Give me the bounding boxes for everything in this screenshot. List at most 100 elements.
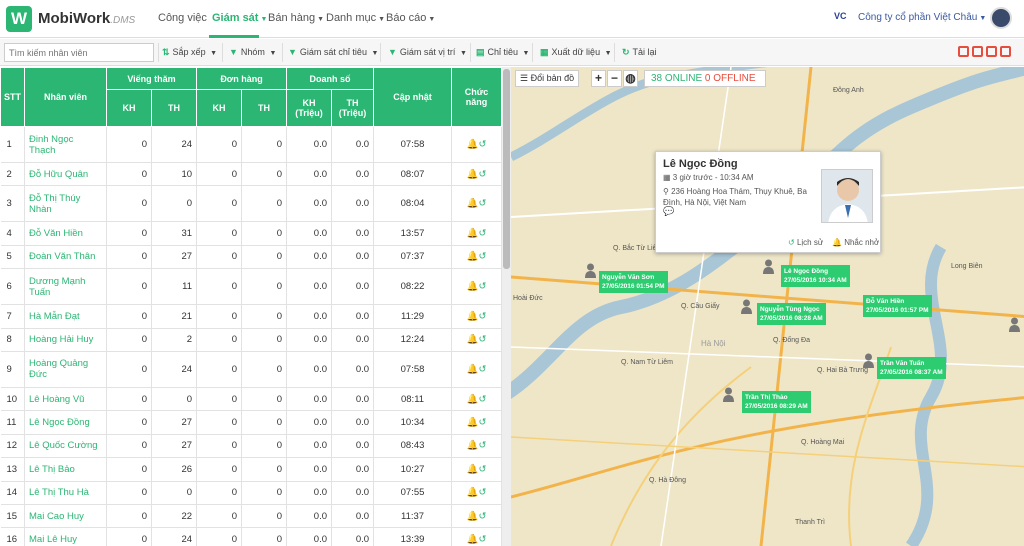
marker-label[interactable]: Trần Văn Tuấn 27/05/2016 08:37 AM: [877, 357, 946, 379]
history-icon[interactable]: ↺: [478, 198, 486, 209]
table-row[interactable]: 12 Lê Quốc Cường 0 27 0 0 0.0 0.0 08:43 🔔↺: [0, 434, 502, 459]
table-row[interactable]: 10 Lê Hoàng Vũ 0 0 0 0 0.0 0.0 08:11 🔔↺: [0, 387, 502, 412]
row-name[interactable]: Mai Lê Huy: [24, 527, 107, 546]
bell-icon[interactable]: 🔔: [467, 440, 479, 451]
person-marker-icon[interactable]: [585, 263, 596, 278]
avatar[interactable]: [990, 7, 1012, 29]
history-icon[interactable]: ↺: [478, 311, 486, 322]
row-name[interactable]: Lê Hoàng Vũ: [24, 387, 107, 412]
table-row[interactable]: 8 Hoàng Hải Huy 0 2 0 0 0.0 0.0 12:24 🔔↺: [0, 328, 502, 352]
sort-button[interactable]: ⇅ Sắp xếp ▼: [162, 47, 217, 58]
layout-grid-icon[interactable]: [986, 46, 997, 57]
history-icon[interactable]: ↺: [478, 281, 486, 292]
bell-icon[interactable]: 🔔: [467, 198, 479, 209]
row-name[interactable]: Hoàng Hải Huy: [24, 328, 107, 352]
history-icon[interactable]: ↺: [478, 139, 486, 150]
bell-icon[interactable]: 🔔: [467, 139, 479, 150]
target-button[interactable]: ▤ Chỉ tiêu ▼: [476, 47, 529, 58]
chat-icon[interactable]: 💬: [663, 206, 674, 217]
table-row[interactable]: 11 Lê Ngọc Đồng 0 27 0 0 0.0 0.0 10:34 🔔↺: [0, 410, 502, 435]
bell-icon[interactable]: 🔔: [467, 487, 479, 498]
nav-ban-hang[interactable]: Bán hàng ▼: [268, 12, 324, 24]
layout-table-icon[interactable]: [958, 46, 969, 57]
history-icon[interactable]: ↺: [478, 334, 486, 345]
bell-icon[interactable]: 🔔: [467, 464, 479, 475]
table-row[interactable]: 5 Đoàn Văn Thân 0 27 0 0 0.0 0.0 07:37 🔔↺: [0, 245, 502, 270]
person-marker-icon[interactable]: [763, 259, 774, 274]
bell-icon[interactable]: 🔔: [467, 228, 479, 239]
table-row[interactable]: 4 Đỗ Văn Hiền 0 31 0 0 0.0 0.0 13:57 🔔↺: [0, 221, 502, 246]
history-icon[interactable]: ↺: [478, 394, 486, 405]
history-icon[interactable]: ↺: [478, 487, 486, 498]
globe-icon[interactable]: ◍: [623, 70, 638, 87]
bell-icon[interactable]: 🔔: [467, 534, 479, 545]
row-name[interactable]: Lê Quốc Cường: [24, 434, 107, 459]
export-button[interactable]: ▦ Xuất dữ liệu ▼: [540, 47, 612, 58]
table-row[interactable]: 16 Mai Lê Huy 0 24 0 0 0.0 0.0 13:39 🔔↺: [0, 527, 502, 546]
bell-icon[interactable]: 🔔: [467, 251, 479, 262]
row-name[interactable]: Lê Thị Thu Hà: [24, 481, 107, 505]
table-row[interactable]: 15 Mai Cao Huy 0 22 0 0 0.0 0.0 11:37 🔔↺: [0, 504, 502, 529]
change-map-button[interactable]: ☰ Đổi bản đồ: [515, 70, 580, 87]
zoom-in-button[interactable]: +: [591, 70, 606, 87]
brand-name[interactable]: MobiWork.DMS: [38, 10, 135, 27]
row-name[interactable]: Đoàn Văn Thân: [24, 245, 107, 270]
row-name[interactable]: Đỗ Văn Hiền: [24, 221, 107, 246]
zoom-out-button[interactable]: −: [607, 70, 622, 87]
bell-icon[interactable]: 🔔: [467, 334, 479, 345]
history-icon[interactable]: ↺: [478, 440, 486, 451]
person-marker-icon[interactable]: [741, 299, 752, 314]
nav-danh-muc[interactable]: Danh mục ▼: [326, 12, 385, 24]
history-icon[interactable]: ↺: [478, 464, 486, 475]
monitor-location-button[interactable]: ▼ Giám sát vị trí ▼: [388, 47, 467, 57]
history-icon[interactable]: ↺: [478, 251, 486, 262]
marker-label[interactable]: Nguyễn Tùng Ngọc 27/05/2016 08:28 AM: [757, 303, 826, 325]
history-icon[interactable]: ↺: [478, 511, 486, 522]
bell-icon[interactable]: 🔔: [467, 364, 479, 375]
bell-icon[interactable]: 🔔: [467, 511, 479, 522]
logo-icon[interactable]: W: [6, 6, 32, 32]
history-icon[interactable]: ↺: [478, 364, 486, 375]
bell-icon[interactable]: 🔔: [467, 281, 479, 292]
group-button[interactable]: ▼ Nhóm ▼: [229, 47, 276, 57]
table-row[interactable]: 7 Hà Mẫn Đạt 0 21 0 0 0.0 0.0 11:29 🔔↺: [0, 304, 502, 329]
person-marker-icon[interactable]: [863, 353, 874, 368]
scrollbar-thumb[interactable]: [503, 69, 510, 269]
row-name[interactable]: Mai Cao Huy: [24, 504, 107, 529]
layout-split-icon[interactable]: [972, 46, 983, 57]
row-name[interactable]: Đỗ Hữu Quân: [24, 162, 107, 187]
table-row[interactable]: 2 Đỗ Hữu Quân 0 10 0 0 0.0 0.0 08:07 🔔↺: [0, 162, 502, 187]
marker-label[interactable]: Trần Thị Thảo 27/05/2016 08:29 AM: [742, 391, 811, 413]
bell-icon[interactable]: 🔔: [467, 417, 479, 428]
search-input[interactable]: [4, 43, 154, 62]
remind-link[interactable]: 🔔 Nhắc nhở: [832, 238, 879, 247]
row-name[interactable]: Đinh Ngọc Thạch: [24, 126, 107, 163]
row-name[interactable]: Dương Mạnh Tuấn: [24, 268, 107, 306]
row-name[interactable]: Hoàng Quảng Đức: [24, 351, 107, 388]
bell-icon[interactable]: 🔔: [467, 311, 479, 322]
table-row[interactable]: 13 Lê Thị Bảo 0 26 0 0 0.0 0.0 10:27 🔔↺: [0, 457, 502, 482]
person-marker-icon[interactable]: [723, 387, 734, 402]
nav-cong-viec[interactable]: Công việc: [158, 12, 207, 24]
layout-map-icon[interactable]: [1000, 46, 1011, 57]
table-row[interactable]: 1 Đinh Ngọc Thạch 0 24 0 0 0.0 0.0 07:58 🔔↺: [0, 126, 502, 163]
table-row[interactable]: 14 Lê Thị Thu Hà 0 0 0 0 0.0 0.0 07:55 🔔↺: [0, 481, 502, 505]
bell-icon[interactable]: 🔔: [467, 169, 479, 180]
marker-label[interactable]: Nguyễn Văn Sơn 27/05/2016 01:54 PM: [599, 271, 668, 293]
history-icon[interactable]: ↺: [478, 169, 486, 180]
nav-bao-cao[interactable]: Báo cáo ▼: [386, 12, 435, 24]
table-scrollbar[interactable]: [502, 67, 511, 546]
nav-giam-sat[interactable]: Giám sát ▼: [212, 12, 267, 24]
monitor-target-button[interactable]: ▼ Giám sát chỉ tiêu ▼: [288, 47, 378, 57]
company-menu[interactable]: Công ty cổ phần Việt Châu ▼: [858, 12, 986, 23]
history-icon[interactable]: ↺: [478, 534, 486, 545]
history-link[interactable]: ↺ Lịch sử: [788, 238, 823, 247]
row-name[interactable]: Đỗ Thị Thúy Nhàn: [24, 185, 107, 223]
table-row[interactable]: 6 Dương Mạnh Tuấn 0 11 0 0 0.0 0.0 08:22 🔔↺: [0, 268, 502, 306]
table-row[interactable]: 9 Hoàng Quảng Đức 0 24 0 0 0.0 0.0 07:58 🔔↺: [0, 351, 502, 388]
marker-label[interactable]: Đỗ Văn Hiền 27/05/2016 01:57 PM: [863, 295, 932, 317]
reload-button[interactable]: ↻ Tải lại: [622, 47, 657, 58]
row-name[interactable]: Lê Ngọc Đồng: [24, 410, 107, 435]
table-row[interactable]: 3 Đỗ Thị Thúy Nhàn 0 0 0 0 0.0 0.0 08:04 🔔↺: [0, 185, 502, 223]
row-name[interactable]: Lê Thị Bảo: [24, 457, 107, 482]
